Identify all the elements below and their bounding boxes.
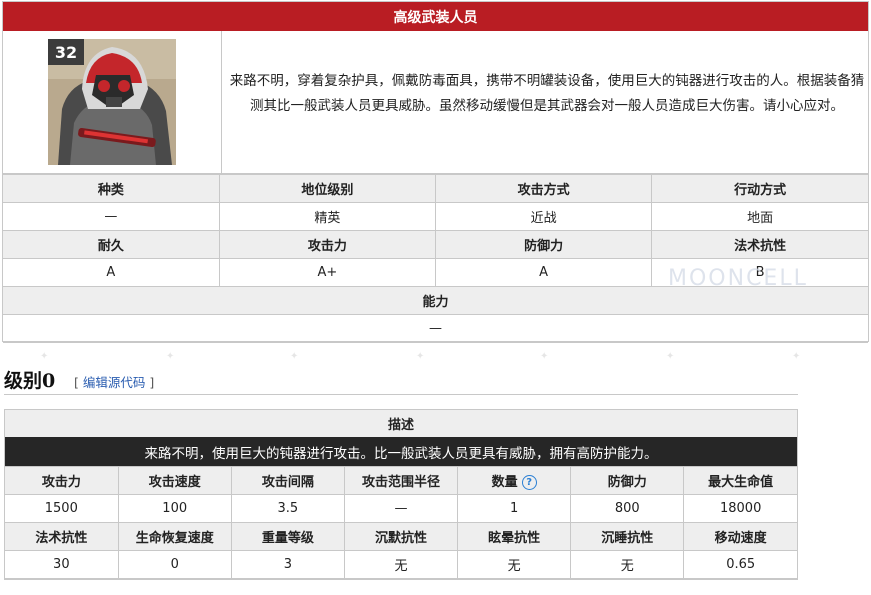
- attr-value-endurance: A: [3, 258, 220, 287]
- enemy-description: 来路不明，穿着复杂护具，佩戴防毒面具，携带不明罐装设备，使用巨大的钝器进行攻击的…: [229, 73, 865, 114]
- enemy-intro: 32 来路不明，穿着复杂护具，佩戴防毒面具，携带不明罐装设备，使用巨大的钝器进行…: [3, 31, 868, 174]
- decorative-dot: ✦: [416, 351, 425, 362]
- stat-header-weight: 重量等级: [230, 522, 345, 551]
- attr-header-attack-type: 攻击方式: [434, 174, 653, 203]
- attr-header-defense: 防御力: [434, 230, 653, 259]
- attr-value-motion: 地面: [651, 202, 868, 231]
- decorative-dot: ✦: [666, 351, 675, 362]
- stat-header-def: 防御力: [570, 466, 685, 495]
- question-circle-icon[interactable]: ?: [521, 475, 537, 490]
- stat-value-silence-res: 无: [343, 550, 459, 579]
- decorative-dots: ✦ ✦ ✦ ✦ ✦ ✦ ✦: [0, 346, 871, 368]
- stat-header-res: 法术抗性: [5, 522, 119, 551]
- stat-value-move-speed: 0.65: [683, 550, 797, 579]
- stat-value-stun-res: 无: [457, 550, 572, 579]
- stat-value-atk: 1500: [5, 494, 119, 523]
- stat-header-silence-res: 沉默抗性: [343, 522, 459, 551]
- stat-value-sleep-res: 无: [570, 550, 685, 579]
- stat-value-count: 1: [457, 494, 572, 523]
- edit-bracket-close: ]: [149, 375, 155, 390]
- portrait-cell: 32: [3, 31, 222, 173]
- decorative-dot: ✦: [792, 351, 801, 362]
- decorative-dot: ✦: [40, 351, 49, 362]
- stat-value-max-hp: 18000: [683, 494, 797, 523]
- decorative-dot: ✦: [540, 351, 549, 362]
- attr-header-rank: 地位级别: [218, 174, 437, 203]
- stat-header-stun-res: 眩晕抗性: [457, 522, 572, 551]
- stat-value-res: 30: [5, 550, 119, 579]
- stat-header-atk: 攻击力: [5, 466, 119, 495]
- stats-table: 攻击力 攻击速度 攻击间隔 攻击范围半径 数量? 防御力 最大生命值 1500 …: [5, 466, 797, 579]
- attr-value-defense: A: [434, 258, 653, 287]
- attr-header-attack: 攻击力: [218, 230, 437, 259]
- attr-value-type: —: [3, 202, 220, 231]
- stat-header-range: 攻击范围半径: [343, 466, 459, 495]
- stat-header-count: 数量?: [457, 466, 572, 495]
- stat-header-count-label: 数量: [491, 475, 518, 490]
- stat-value-weight: 3: [230, 550, 345, 579]
- enemy-name-header: 高级武装人员: [3, 2, 868, 31]
- attr-value-attack-type: 近战: [434, 202, 653, 231]
- stat-value-range: —: [343, 494, 459, 523]
- section-divider: [4, 394, 798, 395]
- attr-header-resistance: 法术抗性: [651, 230, 868, 259]
- stat-value-hp-regen: 0: [117, 550, 232, 579]
- edit-bracket-open: [: [74, 375, 79, 390]
- stat-header-max-hp: 最大生命值: [683, 466, 797, 495]
- attr-value-attack: A+: [218, 258, 437, 287]
- section-heading: 级别0: [4, 370, 56, 392]
- stat-header-atk-speed: 攻击速度: [117, 466, 232, 495]
- stat-header-atk-interval: 攻击间隔: [230, 466, 345, 495]
- stat-header-hp-regen: 生命恢复速度: [117, 522, 232, 551]
- stat-value-atk-interval: 3.5: [230, 494, 345, 523]
- stat-header-sleep-res: 沉睡抗性: [570, 522, 685, 551]
- stat-value-def: 800: [570, 494, 685, 523]
- level-stats-card: 描述 来路不明，使用巨大的钝器进行攻击。比一般武装人员更具有威胁，拥有高防护能力…: [4, 409, 798, 580]
- attr-header-endurance: 耐久: [3, 230, 220, 259]
- attr-value-rank: 精英: [218, 202, 437, 231]
- attr-header-motion: 行动方式: [651, 174, 868, 203]
- edit-source-wrap: [ 编辑源代码 ]: [74, 372, 154, 391]
- stat-value-atk-speed: 100: [117, 494, 232, 523]
- stats-description: 来路不明，使用巨大的钝器进行攻击。比一般武装人员更具有威胁，拥有高防护能力。: [5, 437, 797, 466]
- stats-header: 描述: [5, 410, 797, 437]
- attr-header-type: 种类: [3, 174, 220, 203]
- decorative-dot: ✦: [290, 351, 299, 362]
- enemy-attributes-table: 种类 地位级别 攻击方式 行动方式 — 精英 近战 地面 耐久 攻击力 防御力 …: [3, 174, 868, 343]
- level-badge: 32: [48, 39, 84, 65]
- watermark-text: MOONCELL: [668, 266, 808, 291]
- decorative-dot: ✦: [166, 351, 175, 362]
- edit-source-link[interactable]: 编辑源代码: [83, 375, 146, 390]
- ability-value: —: [3, 314, 868, 343]
- stat-header-move-speed: 移动速度: [683, 522, 797, 551]
